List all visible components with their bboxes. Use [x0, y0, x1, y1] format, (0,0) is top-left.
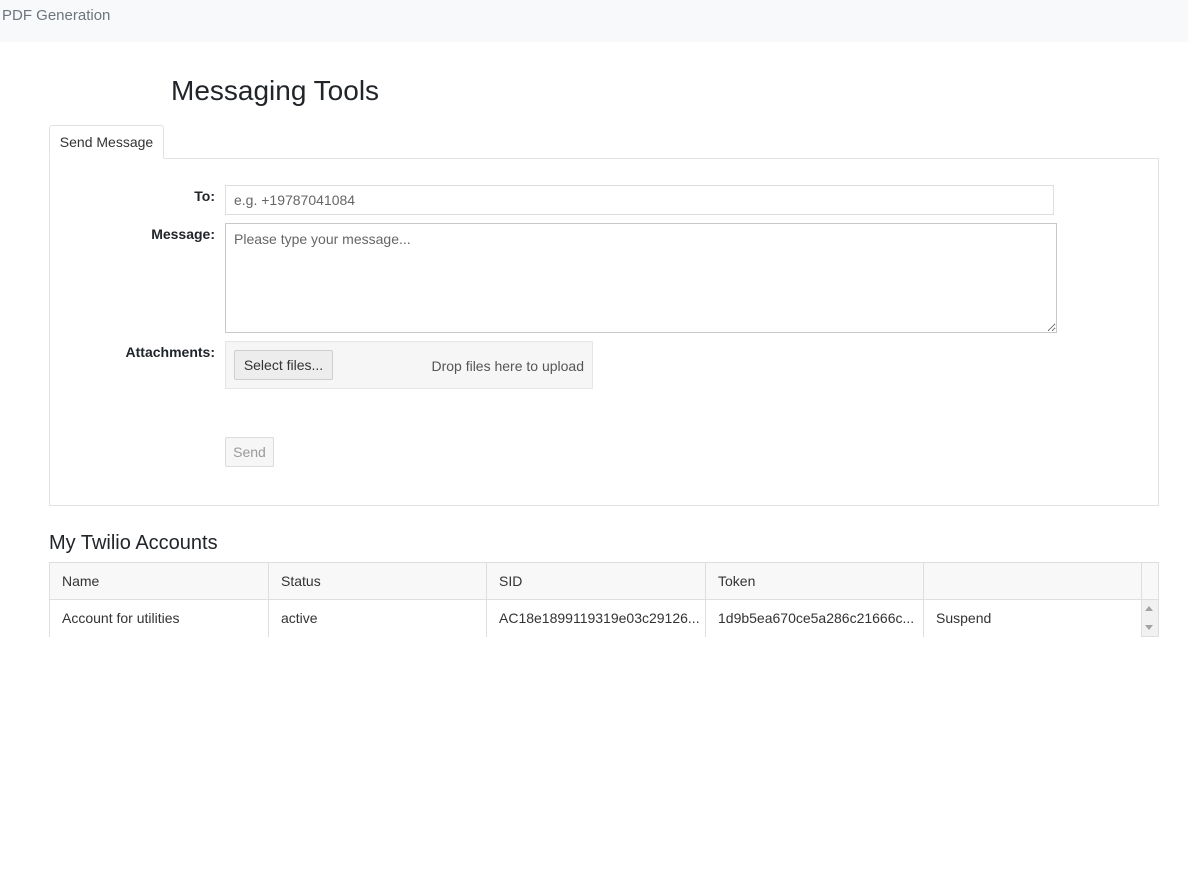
account-status-cell: active — [269, 600, 487, 637]
scroll-up-arrow-icon[interactable] — [1145, 606, 1153, 611]
accounts-section-title: My Twilio Accounts — [49, 532, 218, 554]
message-textarea[interactable] — [225, 223, 1057, 333]
account-name-cell: Account for utilities — [50, 600, 269, 637]
accounts-table: Name Status SID Token Account for utilit… — [49, 562, 1159, 637]
message-label: Message: — [151, 226, 215, 242]
account-sid-cell: AC18e1899119319e03c29126... — [487, 600, 706, 637]
column-header-status[interactable]: Status — [269, 563, 487, 600]
top-navbar: PDF Generation — [0, 0, 1188, 42]
column-header-name[interactable]: Name — [50, 563, 269, 600]
suspend-link[interactable]: Suspend — [924, 600, 1142, 637]
column-header-token[interactable]: Token — [706, 563, 924, 600]
drop-files-text: Drop files here to upload — [431, 358, 584, 374]
send-button[interactable]: Send — [225, 437, 274, 467]
tab-send-message[interactable]: Send Message — [49, 125, 164, 159]
column-header-sid[interactable]: SID — [487, 563, 706, 600]
scroll-down-arrow-icon[interactable] — [1145, 625, 1153, 630]
table-scrollbar[interactable] — [1141, 563, 1158, 636]
table-header-row: Name Status SID Token — [50, 563, 1142, 600]
account-token-cell: 1d9b5ea670ce5a286c21666c... — [706, 600, 924, 637]
to-input[interactable] — [225, 185, 1054, 215]
page-title: Messaging Tools — [171, 75, 380, 106]
file-upload-dropzone[interactable]: Select files... Drop files here to uploa… — [225, 341, 593, 389]
select-files-button[interactable]: Select files... — [234, 350, 333, 380]
column-header-actions — [924, 563, 1142, 600]
scrollbar-header-filler — [1142, 563, 1158, 600]
table-row[interactable]: Account for utilities active AC18e189911… — [50, 600, 1142, 637]
brand-link[interactable]: PDF Generation — [2, 7, 110, 25]
attachments-label: Attachments: — [125, 344, 215, 360]
to-label: To: — [194, 188, 215, 204]
